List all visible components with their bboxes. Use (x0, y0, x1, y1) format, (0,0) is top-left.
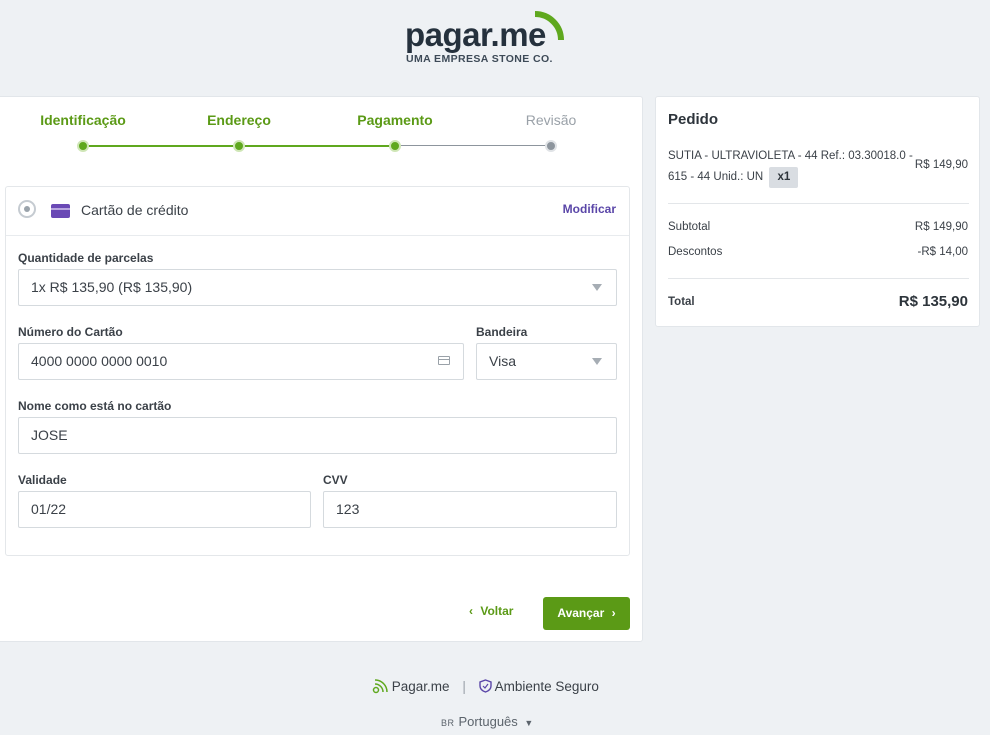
pagarme-small-icon (372, 679, 388, 694)
chevron-left-icon: ‹ (469, 604, 473, 618)
credit-card-icon (51, 204, 70, 218)
payment-method-panel: Cartão de crédito Modificar Quantidade d… (5, 186, 630, 556)
cardholder-name-value: JOSE (31, 427, 68, 443)
chevron-right-icon: › (611, 606, 616, 620)
next-button[interactable]: Avançar › (543, 597, 630, 630)
order-item-qty-badge: x1 (769, 167, 799, 188)
logo-arc-icon (534, 11, 564, 41)
step-endereco[interactable]: Endereço (207, 112, 271, 128)
divider (668, 203, 969, 204)
caret-down-icon: ▼ (524, 718, 534, 728)
shield-icon (478, 679, 492, 693)
cvv-label: CVV (323, 473, 348, 487)
step-dot-endereco (233, 140, 245, 152)
step-identificacao[interactable]: Identificação (40, 112, 126, 128)
cvv-input[interactable]: 123 (323, 491, 617, 528)
card-number-label: Número do Cartão (18, 325, 123, 339)
step-dot-revisao (545, 140, 557, 152)
step-dot-identificacao (77, 140, 89, 152)
brand-value: Visa (489, 353, 516, 369)
expiry-label: Validade (18, 473, 67, 487)
step-pagamento[interactable]: Pagamento (357, 112, 432, 128)
discounts-label: Descontos (668, 246, 723, 258)
checkout-card: Identificação Endereço Pagamento Revisão… (0, 96, 643, 642)
expiry-value: 01/22 (31, 501, 67, 517)
cardholder-name-label: Nome como está no cartão (18, 399, 172, 413)
payment-method-radio[interactable] (18, 200, 36, 218)
subtotal-value: R$ 149,90 (914, 221, 968, 233)
subtotal-label: Subtotal (668, 221, 711, 233)
installments-value: 1x R$ 135,90 (R$ 135,90) (31, 279, 193, 295)
installments-label: Quantidade de parcelas (18, 251, 154, 265)
payment-method-header: Cartão de crédito Modificar (6, 187, 629, 236)
order-item-price: R$ 149,90 (914, 159, 968, 171)
pagarme-logo: pagar.me UMA EMPRESA STONE CO. (405, 8, 575, 70)
cardholder-name-input[interactable]: JOSE (18, 417, 617, 454)
total-value: R$ 135,90 (898, 293, 968, 310)
payment-method-label: Cartão de crédito (81, 202, 189, 218)
footer-badges: Pagar.me | Ambiente Seguro (372, 678, 599, 698)
language-label: Português (458, 714, 518, 729)
language-selector[interactable]: BR Português ▼ (441, 714, 533, 729)
order-title: Pedido (668, 111, 719, 128)
logo-tagline: UMA EMPRESA STONE CO. (406, 53, 553, 65)
card-field-icon (438, 356, 450, 365)
order-summary: Pedido SUTIA - ULTRAVIOLETA - 44 Ref.: 0… (655, 96, 980, 327)
installments-select[interactable]: 1x R$ 135,90 (R$ 135,90) (18, 269, 617, 306)
back-button-label: Voltar (480, 604, 514, 618)
card-number-input[interactable]: 4000 0000 0000 0010 (18, 343, 464, 380)
cvv-value: 123 (336, 501, 360, 517)
step-revisao: Revisão (525, 112, 577, 128)
logo-wordmark: pagar.me (405, 16, 546, 53)
stepper-remaining-line (395, 145, 551, 146)
footer-secure: Ambiente Seguro (494, 679, 599, 694)
order-item: SUTIA - ULTRAVIOLETA - 44 Ref.: 03.30018… (668, 146, 920, 188)
total-label: Total (668, 296, 695, 308)
brand-label: Bandeira (476, 325, 528, 339)
back-button[interactable]: ‹ Voltar (469, 604, 513, 618)
expiry-input[interactable]: 01/22 (18, 491, 311, 528)
chevron-down-icon (592, 358, 602, 365)
card-number-value: 4000 0000 0000 0010 (31, 353, 168, 369)
discounts-value: -R$ 14,00 (917, 246, 968, 258)
modify-link[interactable]: Modificar (563, 202, 616, 216)
step-dot-pagamento (389, 140, 401, 152)
divider (668, 278, 969, 279)
next-button-label: Avançar (557, 606, 605, 620)
chevron-down-icon (592, 284, 602, 291)
brand-select[interactable]: Visa (476, 343, 617, 380)
language-code: BR (441, 718, 455, 728)
footer-separator: | (462, 679, 466, 694)
footer-brand[interactable]: Pagar.me (392, 679, 450, 694)
